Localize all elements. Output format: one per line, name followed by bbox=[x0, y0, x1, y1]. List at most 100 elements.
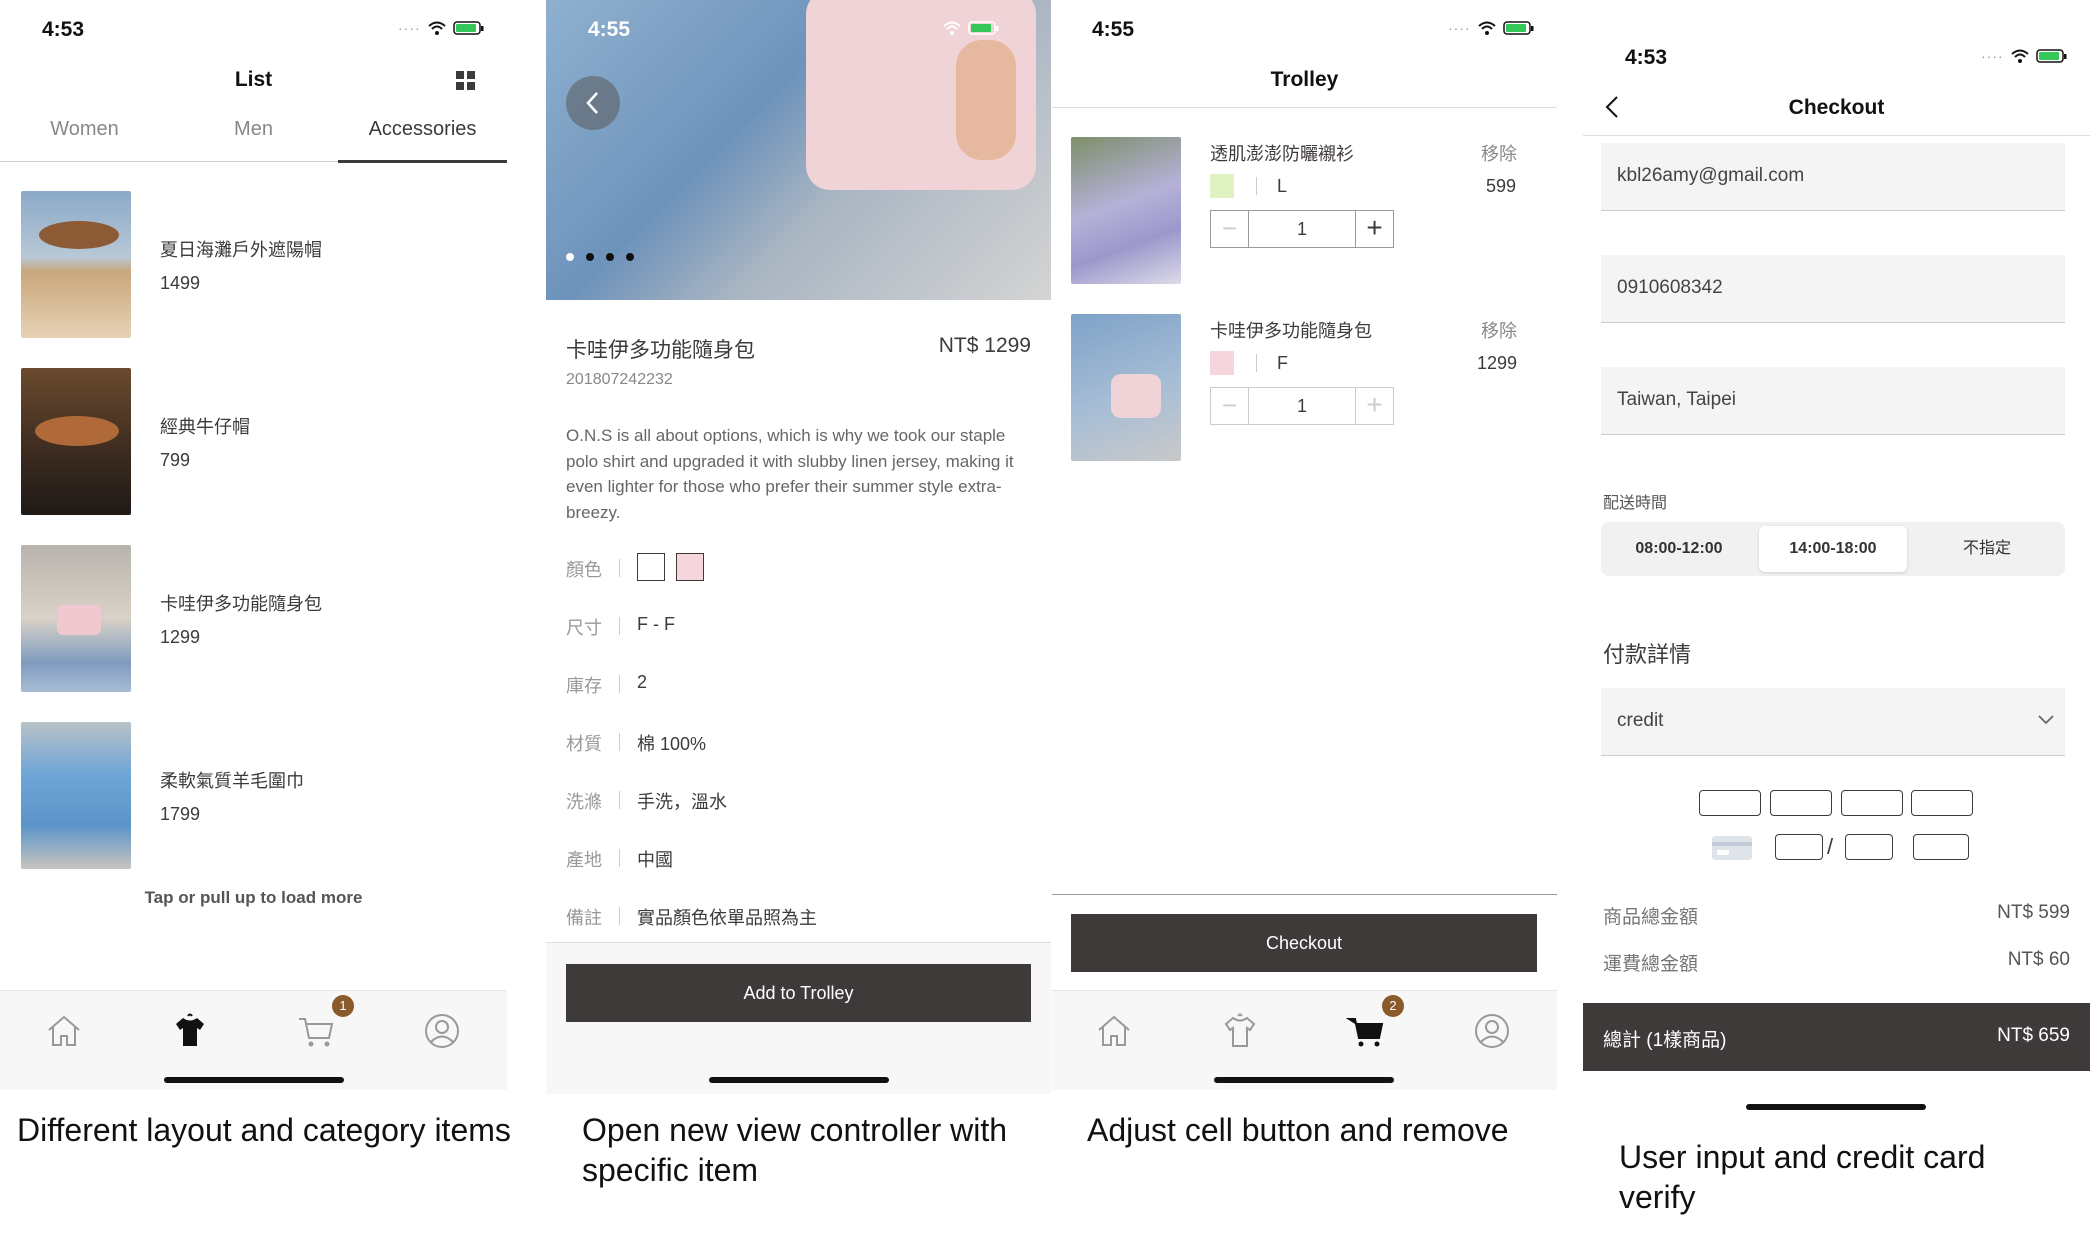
profile-icon[interactable] bbox=[422, 1011, 462, 1051]
expiry-month-field[interactable] bbox=[1775, 834, 1823, 860]
stock-value: 2 bbox=[637, 672, 648, 692]
load-more-hint[interactable]: Tap or pull up to load more bbox=[0, 888, 507, 908]
texture-label: 材質 bbox=[566, 734, 602, 754]
product-name: 卡哇伊多功能隨身包 bbox=[160, 594, 322, 614]
quantity-value[interactable]: 1 bbox=[1249, 388, 1355, 424]
card-number-field[interactable] bbox=[1911, 790, 1973, 816]
decrement-button[interactable]: − bbox=[1211, 211, 1249, 247]
cvc-field[interactable] bbox=[1913, 834, 1969, 860]
item-size: F bbox=[1277, 353, 1288, 373]
total-bar[interactable]: 總計 (1樣商品) NT$ 659 bbox=[1583, 1003, 2090, 1071]
status-icons: ···· bbox=[398, 20, 485, 36]
tab-men[interactable]: Men bbox=[169, 118, 338, 141]
email-field[interactable]: kbl26amy@gmail.com bbox=[1601, 143, 2065, 211]
expiry-year-field[interactable] bbox=[1845, 834, 1893, 860]
shipping-value: NT$ 60 bbox=[2007, 949, 2070, 970]
payment-method-select[interactable]: credit bbox=[1601, 688, 2065, 756]
color-swatch-white[interactable] bbox=[637, 553, 665, 581]
divider bbox=[619, 907, 620, 925]
delivery-option-afternoon[interactable]: 14:00-18:00 bbox=[1759, 526, 1907, 572]
item-price: 599 bbox=[1486, 176, 1517, 196]
add-to-trolley-button[interactable]: Add to Trolley bbox=[566, 964, 1031, 1022]
subtotal-label: 商品總金額 bbox=[1603, 907, 1699, 928]
caption-detail: Open new view controller with specific i… bbox=[582, 1112, 1008, 1188]
product-price: 1499 bbox=[160, 273, 201, 293]
trolley-screen: 4:55 ···· Trolley 透肌澎澎防曬襯衫 移除 L 599 − 1 … bbox=[1052, 0, 1557, 1094]
product-image bbox=[21, 368, 131, 515]
product-image bbox=[1071, 137, 1181, 284]
item-price: 1299 bbox=[1477, 353, 1518, 373]
total-label: 總計 (1樣商品) bbox=[1603, 1030, 1727, 1051]
home-icon[interactable] bbox=[44, 1011, 84, 1051]
subtotal-value: NT$ 599 bbox=[1997, 902, 2070, 923]
card-number-field[interactable] bbox=[1699, 790, 1761, 816]
expiry-separator: / bbox=[1827, 834, 1834, 859]
nav-divider bbox=[1052, 107, 1557, 108]
product-price: NT$ 1299 bbox=[938, 334, 1031, 357]
tab-accessories[interactable]: Accessories bbox=[338, 118, 507, 141]
battery-icon bbox=[1502, 21, 1534, 35]
payment-method-value: credit bbox=[1617, 710, 1664, 731]
back-button[interactable] bbox=[566, 76, 620, 130]
divider bbox=[619, 675, 620, 693]
texture-value: 棉 100% bbox=[637, 734, 707, 754]
item-size: L bbox=[1277, 176, 1288, 196]
product-description: O.N.S is all about options, which is why… bbox=[566, 426, 1014, 522]
shirt-icon[interactable] bbox=[170, 1011, 210, 1051]
size-label: 尺寸 bbox=[566, 618, 602, 638]
payment-details-heading: 付款詳情 bbox=[1603, 642, 1692, 667]
profile-icon[interactable] bbox=[1472, 1011, 1512, 1051]
caption-list: Different layout and category items bbox=[17, 1112, 511, 1148]
home-indicator bbox=[1214, 1077, 1394, 1083]
chevron-down-icon bbox=[2038, 715, 2054, 725]
phone-field[interactable]: 0910608342 bbox=[1601, 255, 2065, 323]
wifi-icon bbox=[2010, 49, 2029, 63]
home-icon[interactable] bbox=[1094, 1011, 1134, 1051]
total-value: NT$ 659 bbox=[1997, 1025, 2070, 1046]
page-title: List bbox=[234, 68, 273, 91]
status-time: 4:53 bbox=[42, 18, 85, 41]
status-time: 4:55 bbox=[588, 18, 631, 41]
checkout-screen: 4:53 ···· Checkout kbl26amy@gmail.com 09… bbox=[1583, 0, 2090, 1130]
divider bbox=[619, 849, 620, 867]
product-image bbox=[21, 545, 131, 692]
hat-shape bbox=[39, 221, 119, 249]
caption-trolley: Adjust cell button and remove bbox=[1087, 1112, 1509, 1148]
card-number-field[interactable] bbox=[1841, 790, 1903, 816]
wifi-icon bbox=[943, 21, 961, 35]
delivery-option-morning[interactable]: 08:00-12:00 bbox=[1605, 526, 1753, 572]
signal-icon: ···· bbox=[1981, 48, 2004, 64]
remove-button[interactable]: 移除 bbox=[1481, 317, 1517, 343]
increment-button[interactable]: + bbox=[1355, 388, 1393, 424]
item-name: 透肌澎澎防曬襯衫 bbox=[1210, 144, 1354, 164]
shirt-icon[interactable] bbox=[1220, 1011, 1260, 1051]
chevron-left-icon bbox=[586, 92, 598, 114]
divider bbox=[619, 733, 620, 751]
delivery-option-any[interactable]: 不指定 bbox=[1913, 526, 2061, 572]
product-price: 1799 bbox=[160, 804, 201, 824]
remove-button[interactable]: 移除 bbox=[1481, 140, 1517, 166]
page-dots[interactable] bbox=[566, 253, 634, 261]
quantity-stepper[interactable]: − 1 + bbox=[1210, 210, 1394, 248]
tab-bar: 2 bbox=[1052, 990, 1557, 1090]
card-number-field[interactable] bbox=[1770, 790, 1832, 816]
place-value: 中國 bbox=[637, 850, 673, 870]
decrement-button[interactable]: − bbox=[1211, 388, 1249, 424]
checkout-button[interactable]: Checkout bbox=[1071, 914, 1537, 972]
quantity-stepper[interactable]: − 1 + bbox=[1210, 387, 1394, 425]
product-image bbox=[1071, 314, 1181, 461]
tab-women[interactable]: Women bbox=[0, 118, 169, 141]
address-field[interactable]: Taiwan, Taipei bbox=[1601, 367, 2065, 435]
product-price: 799 bbox=[160, 450, 191, 470]
grid-layout-icon[interactable] bbox=[455, 70, 477, 92]
increment-button[interactable]: + bbox=[1355, 211, 1393, 247]
quantity-value[interactable]: 1 bbox=[1249, 211, 1355, 247]
caption-checkout: User input and credit card verify bbox=[1619, 1139, 1986, 1215]
cart-icon[interactable] bbox=[296, 1011, 336, 1051]
color-swatch-pink[interactable] bbox=[676, 553, 704, 581]
product-name: 經典牛仔帽 bbox=[160, 417, 250, 437]
page-dot bbox=[606, 253, 614, 261]
cart-icon[interactable] bbox=[1346, 1011, 1386, 1051]
battery-icon bbox=[968, 21, 999, 35]
battery-icon bbox=[452, 21, 484, 35]
